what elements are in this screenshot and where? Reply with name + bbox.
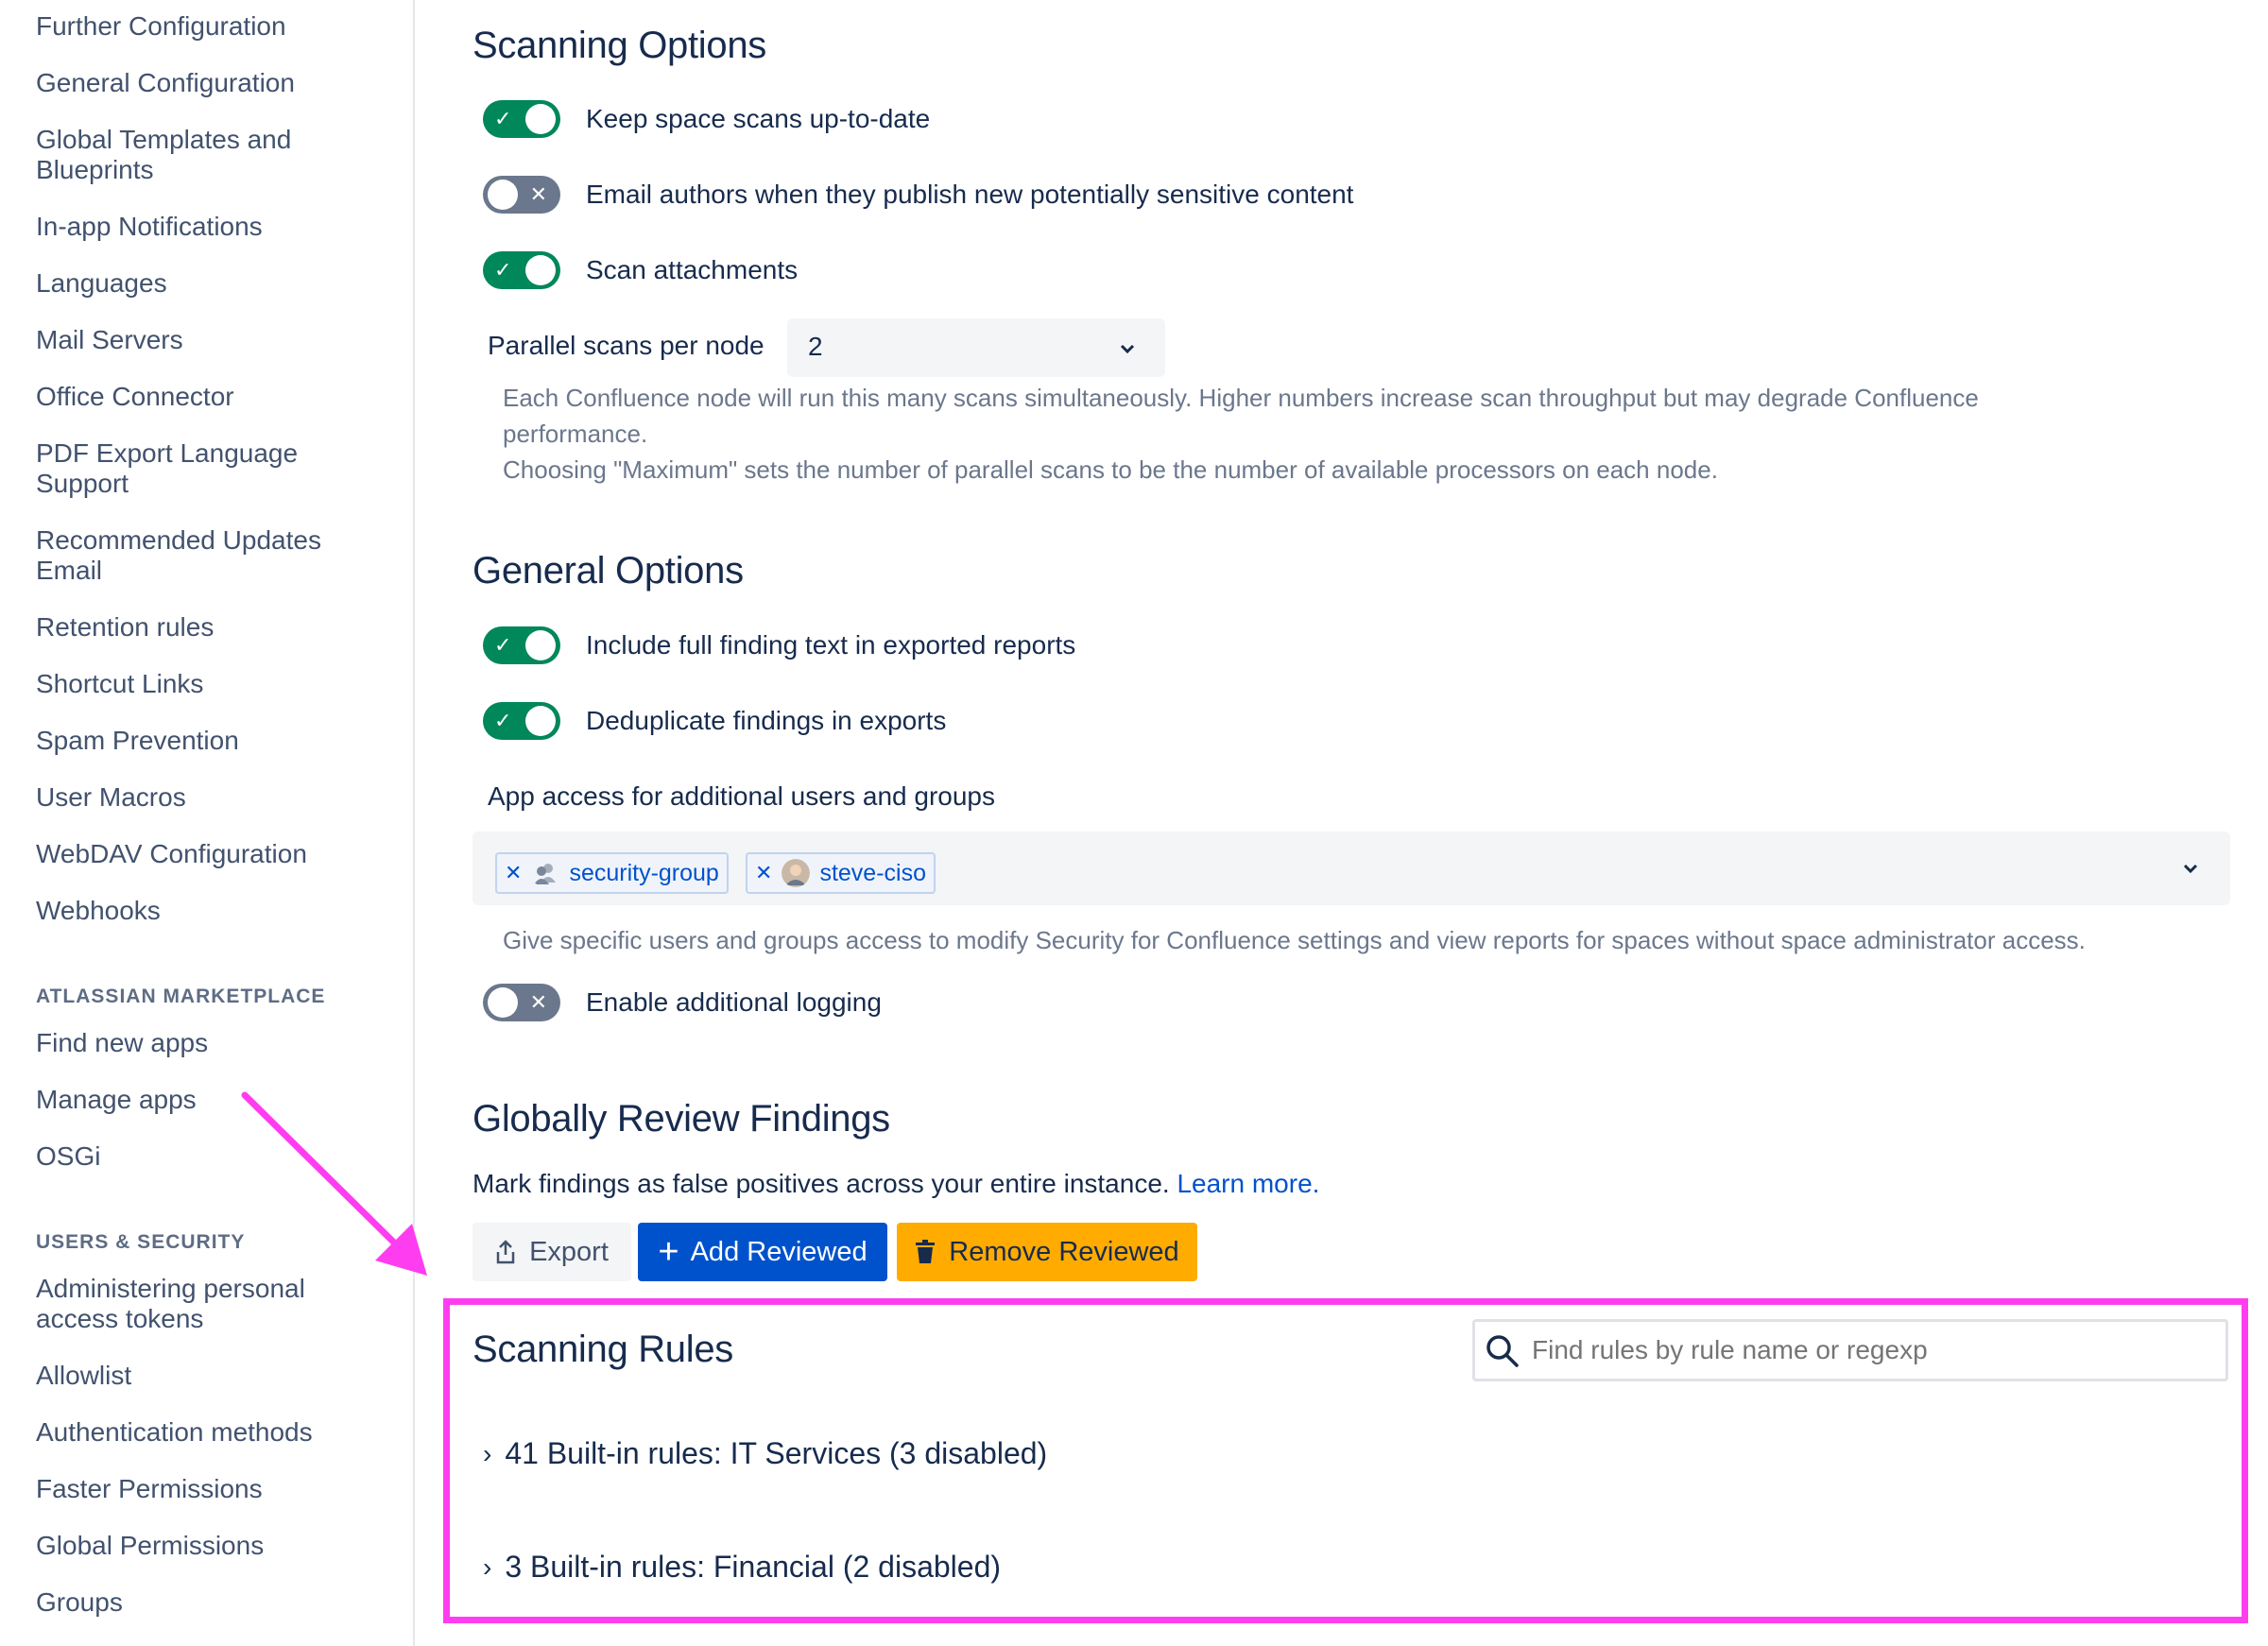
scan-attachments-toggle[interactable]: ✓ xyxy=(483,251,560,289)
scanning-options-title: Scanning Options xyxy=(472,25,766,66)
search-icon xyxy=(1486,1335,1519,1367)
sidebar-heading-marketplace: ATLASSIAN MARKETPLACE xyxy=(36,986,326,1007)
sidebar-item-general-configuration[interactable]: General Configuration xyxy=(36,68,386,98)
sidebar-item-recommended-updates[interactable]: Recommended Updates Email xyxy=(36,525,348,586)
check-icon: ✓ xyxy=(494,633,512,657)
plus-icon: + xyxy=(658,1232,679,1272)
tag-label: security-group xyxy=(569,859,719,886)
admin-sidebar: Further Configuration General Configurat… xyxy=(0,0,415,1646)
cross-icon: ✕ xyxy=(529,182,547,206)
scanning-rules-title: Scanning Rules xyxy=(472,1329,733,1370)
review-description: Mark findings as false positives across … xyxy=(472,1169,1170,1198)
app-access-picker[interactable]: ✕ security-group ✕ steve-ciso xyxy=(472,832,2230,905)
sidebar-item-shortcut-links[interactable]: Shortcut Links xyxy=(36,669,386,699)
sidebar-item-webhooks[interactable]: Webhooks xyxy=(36,896,386,926)
trash-icon xyxy=(916,1240,936,1263)
remove-tag-icon[interactable]: ✕ xyxy=(497,861,531,885)
remove-reviewed-label: Remove Reviewed xyxy=(949,1236,1179,1267)
tag-steve-ciso: ✕ steve-ciso xyxy=(746,852,936,894)
rule-group-label: 3 Built-in rules: Financial (2 disabled) xyxy=(505,1550,1002,1584)
logging-toggle[interactable]: ✕ xyxy=(483,984,560,1021)
add-reviewed-button[interactable]: + Add Reviewed xyxy=(638,1223,887,1281)
learn-more-link[interactable]: Learn more. xyxy=(1177,1169,1319,1198)
full-text-toggle[interactable]: ✓ xyxy=(483,626,560,664)
email-authors-toggle[interactable]: ✕ xyxy=(483,176,560,214)
parallel-help-line2: performance. xyxy=(503,420,648,448)
sidebar-item-personal-access-tokens[interactable]: Administering personal access tokens xyxy=(36,1274,338,1334)
sidebar-item-office-connector[interactable]: Office Connector xyxy=(36,382,386,412)
tag-security-group: ✕ security-group xyxy=(495,852,729,894)
sidebar-item-allowlist[interactable]: Allowlist xyxy=(36,1361,386,1391)
tag-label: steve-ciso xyxy=(819,859,926,886)
rule-group-label: 41 Built-in rules: IT Services (3 disabl… xyxy=(505,1436,1048,1470)
logging-label: Enable additional logging xyxy=(586,987,882,1017)
parallel-scans-select[interactable]: 2 xyxy=(787,318,1165,377)
scan-attachments-label: Scan attachments xyxy=(586,255,799,284)
sidebar-item-pdf-export-language[interactable]: PDF Export Language Support xyxy=(36,438,319,499)
parallel-help-line1: Each Confluence node will run this many … xyxy=(503,384,1979,412)
user-avatar-icon xyxy=(782,859,811,887)
check-icon: ✓ xyxy=(494,258,512,282)
sidebar-item-find-new-apps[interactable]: Find new apps xyxy=(36,1028,386,1058)
remove-tag-icon[interactable]: ✕ xyxy=(747,861,782,885)
keep-scans-toggle[interactable]: ✓ xyxy=(483,100,560,138)
sidebar-item-retention-rules[interactable]: Retention rules xyxy=(36,612,386,643)
rules-search-input[interactable] xyxy=(1532,1329,2212,1371)
sidebar-item-faster-permissions[interactable]: Faster Permissions xyxy=(36,1474,386,1504)
app-access-label: App access for additional users and grou… xyxy=(488,781,995,811)
parallel-scans-label: Parallel scans per node xyxy=(488,331,765,360)
chevron-down-icon xyxy=(2183,864,2198,874)
full-text-label: Include full finding text in exported re… xyxy=(586,630,1076,660)
app-access-help: Give specific users and groups access to… xyxy=(503,926,2086,954)
export-icon xyxy=(496,1240,515,1264)
parallel-help-line3: Choosing "Maximum" sets the number of pa… xyxy=(503,455,1718,484)
dedupe-label: Deduplicate findings in exports xyxy=(586,706,947,735)
add-reviewed-label: Add Reviewed xyxy=(690,1236,868,1267)
sidebar-item-manage-apps[interactable]: Manage apps xyxy=(36,1085,386,1115)
sidebar-item-further-configuration[interactable]: Further Configuration xyxy=(36,11,386,42)
chevron-right-icon: › xyxy=(483,1552,492,1582)
chevron-right-icon: › xyxy=(483,1438,492,1468)
sidebar-item-user-macros[interactable]: User Macros xyxy=(36,782,386,813)
sidebar-item-global-permissions[interactable]: Global Permissions xyxy=(36,1531,386,1561)
review-findings-text: Mark findings as false positives across … xyxy=(472,1168,1319,1200)
settings-main: Scanning Options ✓ Keep space scans up-t… xyxy=(417,0,2268,1646)
rule-group-it-services[interactable]: › 41 Built-in rules: IT Services (3 disa… xyxy=(483,1436,1047,1471)
export-button[interactable]: Export xyxy=(472,1223,631,1281)
dedupe-toggle[interactable]: ✓ xyxy=(483,702,560,740)
cross-icon: ✕ xyxy=(529,990,547,1014)
group-avatar-icon xyxy=(531,859,560,887)
general-options-title: General Options xyxy=(472,550,744,592)
email-authors-label: Email authors when they publish new pote… xyxy=(586,180,1354,209)
chevron-down-icon xyxy=(1120,344,1135,354)
sidebar-item-global-templates[interactable]: Global Templates and Blueprints xyxy=(36,125,319,185)
check-icon: ✓ xyxy=(494,709,512,732)
sidebar-heading-users-security: USERS & SECURITY xyxy=(36,1231,246,1253)
rules-search-field[interactable] xyxy=(1472,1319,2228,1381)
sidebar-item-authentication-methods[interactable]: Authentication methods xyxy=(36,1417,386,1448)
check-icon: ✓ xyxy=(494,107,512,130)
keep-scans-label: Keep space scans up-to-date xyxy=(586,104,931,133)
sidebar-item-groups[interactable]: Groups xyxy=(36,1587,386,1618)
review-findings-title: Globally Review Findings xyxy=(472,1098,890,1140)
sidebar-item-mail-servers[interactable]: Mail Servers xyxy=(36,325,386,355)
rule-group-financial[interactable]: › 3 Built-in rules: Financial (2 disable… xyxy=(483,1550,1001,1585)
sidebar-item-spam-prevention[interactable]: Spam Prevention xyxy=(36,726,386,756)
sidebar-item-languages[interactable]: Languages xyxy=(36,268,386,299)
sidebar-item-webdav-configuration[interactable]: WebDAV Configuration xyxy=(36,839,386,869)
sidebar-item-in-app-notifications[interactable]: In-app Notifications xyxy=(36,212,386,242)
export-label: Export xyxy=(529,1236,609,1267)
remove-reviewed-button[interactable]: Remove Reviewed xyxy=(897,1223,1197,1281)
parallel-scans-value: 2 xyxy=(808,332,823,361)
sidebar-item-osgi[interactable]: OSGi xyxy=(36,1141,386,1172)
